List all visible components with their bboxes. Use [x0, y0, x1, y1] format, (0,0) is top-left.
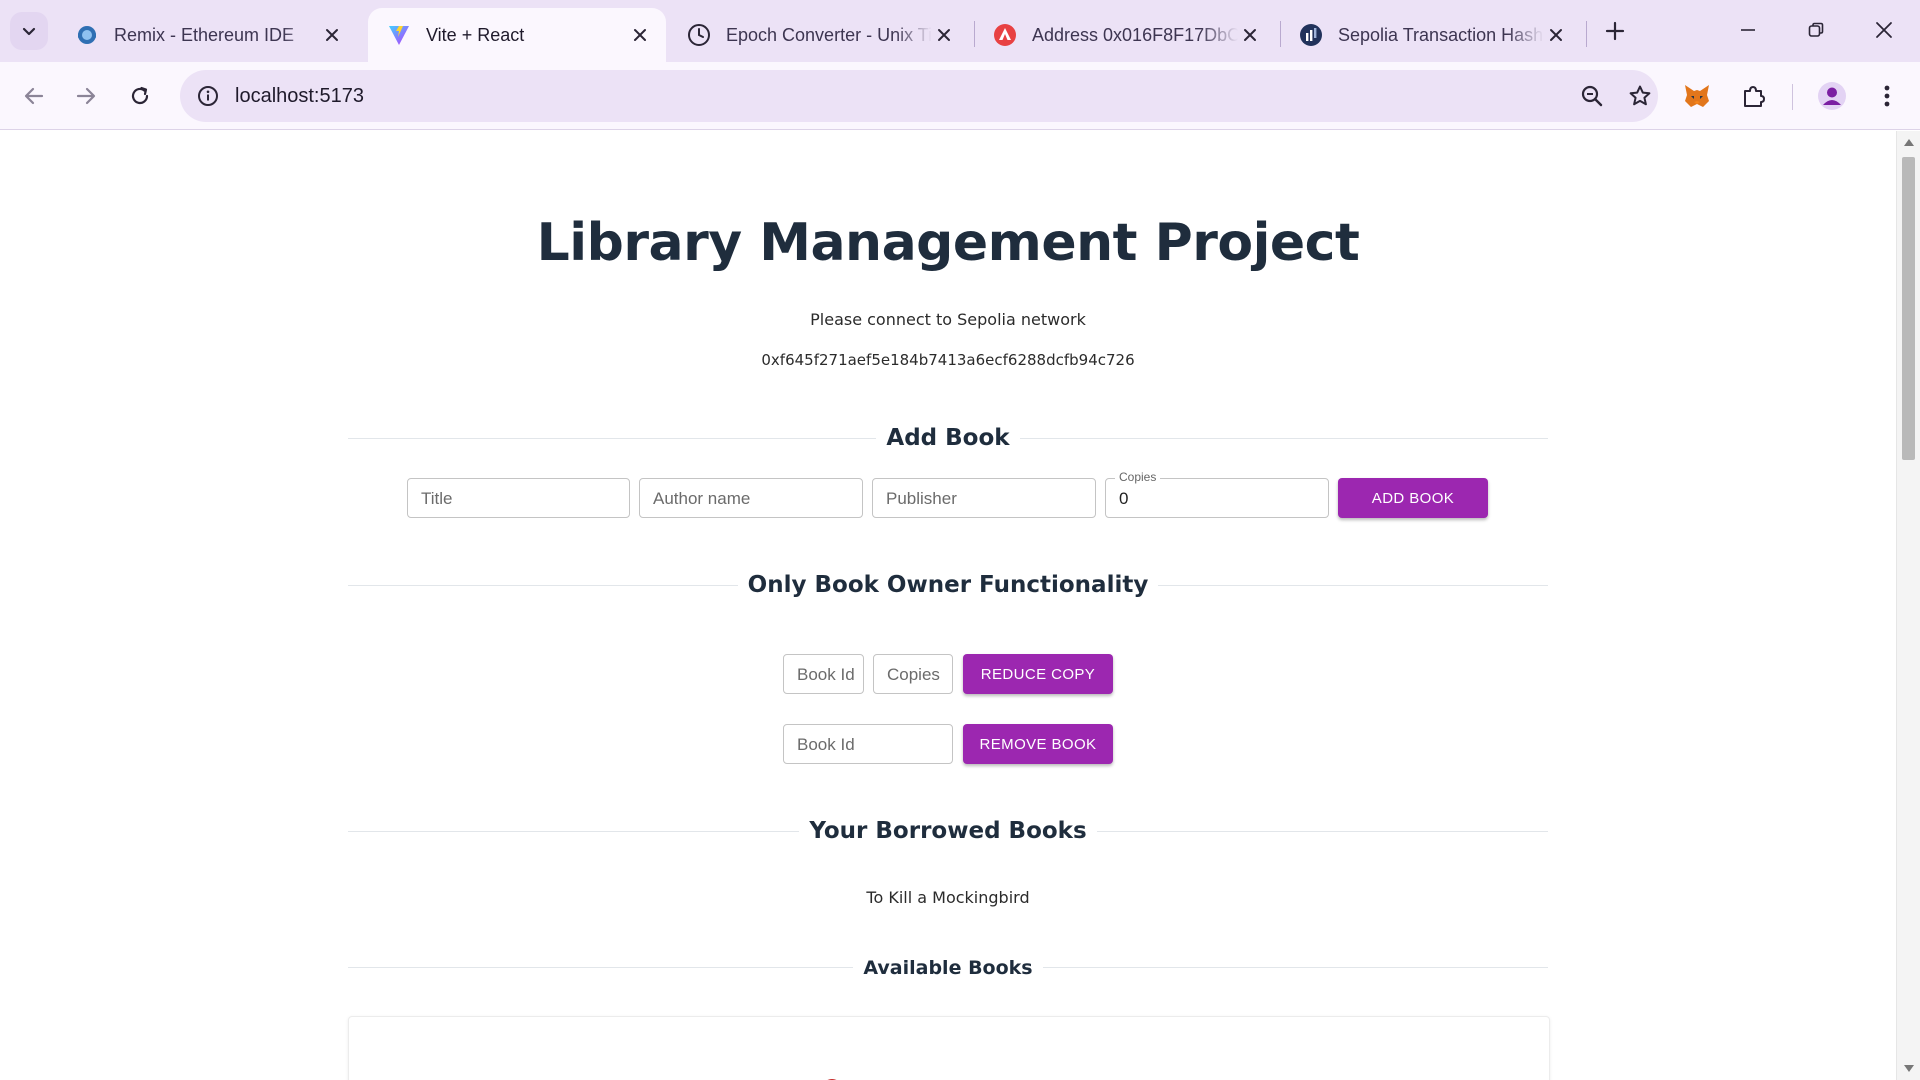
star-icon[interactable]	[1622, 78, 1658, 114]
tab-remix[interactable]: Remix - Ethereum IDE	[56, 8, 358, 62]
page-scrollbar[interactable]	[1896, 131, 1920, 1080]
reload-button[interactable]	[120, 76, 160, 116]
borrowed-heading-text: Your Borrowed Books	[799, 818, 1097, 844]
close-icon[interactable]	[628, 23, 652, 47]
arrow-right-icon	[76, 87, 96, 105]
scroll-up-icon[interactable]	[1904, 139, 1914, 146]
network-message: Please connect to Sepolia network	[810, 310, 1086, 329]
reduce-copy-button[interactable]: REDUCE COPY	[963, 654, 1113, 694]
copies-input[interactable]: Copies 0	[1105, 470, 1329, 518]
remove-book-id-input[interactable]: Book Id	[783, 724, 953, 764]
site-info-icon[interactable]	[190, 78, 226, 114]
tab-address[interactable]: Address 0x016F8F17DbC	[974, 8, 1276, 62]
add-book-button[interactable]: ADD BOOK	[1338, 478, 1488, 518]
tab-title: Vite + React	[426, 24, 525, 45]
tab-search-button[interactable]	[10, 12, 48, 50]
title-input[interactable]: Title	[407, 478, 630, 518]
close-icon[interactable]	[320, 23, 344, 47]
close-icon[interactable]	[1238, 23, 1262, 47]
toolbar-divider	[1792, 84, 1793, 110]
publisher-placeholder: Publisher	[886, 489, 957, 508]
account-address: 0xf645f271aef5e184b7413a6ecf6288dcfb94c7…	[761, 351, 1135, 369]
remove-book-button[interactable]: REMOVE BOOK	[963, 724, 1113, 764]
tab-title: Address 0x016F8F17DbC	[1032, 24, 1238, 45]
browser-toolbar: localhost:5173	[0, 62, 1920, 130]
reload-icon	[131, 86, 149, 105]
scroll-thumb[interactable]	[1902, 157, 1915, 460]
close-icon[interactable]	[932, 23, 956, 47]
tab-title: Sepolia Transaction Hash	[1338, 24, 1544, 45]
owner-heading: Only Book Owner Functionality	[0, 571, 1896, 599]
clock-icon	[686, 22, 712, 48]
profile-avatar-icon[interactable]	[1812, 76, 1852, 116]
new-tab-button[interactable]	[1596, 12, 1634, 50]
remix-icon	[74, 22, 100, 48]
reduce-copies-input[interactable]: Copies	[873, 654, 953, 694]
copies-value: 0	[1119, 489, 1129, 508]
vite-icon	[386, 22, 412, 48]
tab-strip: Remix - Ethereum IDE Vite + React Epoch …	[0, 0, 1920, 62]
close-icon	[1876, 22, 1892, 38]
back-button[interactable]	[14, 76, 54, 116]
available-heading: Available Books	[0, 956, 1896, 980]
avalanche-icon	[992, 22, 1018, 48]
page-viewport: Library Management Project Please connec…	[0, 131, 1896, 1080]
author-placeholder: Author name	[653, 489, 751, 508]
menu-kebab-icon[interactable]	[1867, 76, 1907, 116]
book-id-placeholder: Book Id	[797, 665, 855, 684]
tab-separator	[974, 21, 975, 47]
scroll-down-icon[interactable]	[1904, 1065, 1914, 1072]
book-id-placeholder: Book Id	[797, 735, 855, 754]
available-books-card	[348, 1016, 1550, 1080]
tab-epoch-converter[interactable]: Epoch Converter - Unix Timestamp Convert…	[668, 8, 970, 62]
plus-icon	[1605, 21, 1625, 41]
minimize-button[interactable]	[1716, 6, 1780, 54]
forward-button[interactable]	[66, 76, 106, 116]
metamask-icon[interactable]	[1677, 76, 1717, 116]
title-placeholder: Title	[421, 489, 453, 508]
restore-icon	[1808, 22, 1824, 37]
extensions-icon[interactable]	[1733, 76, 1773, 116]
close-window-button[interactable]	[1852, 6, 1916, 54]
minimize-icon	[1741, 29, 1755, 31]
owner-heading-text: Only Book Owner Functionality	[737, 572, 1159, 598]
borrowed-book-item: To Kill a Mockingbird	[866, 888, 1030, 907]
tab-title: Epoch Converter - Unix Timestamp Convert…	[726, 24, 932, 45]
tab-sepolia-tx[interactable]: Sepolia Transaction Hash	[1280, 8, 1582, 62]
publisher-input[interactable]: Publisher	[872, 478, 1096, 518]
restore-button[interactable]	[1784, 6, 1848, 54]
tab-separator	[1280, 21, 1281, 47]
copies-placeholder: Copies	[887, 665, 940, 684]
add-book-heading: Add Book	[0, 424, 1896, 452]
add-book-heading-text: Add Book	[876, 425, 1020, 451]
reduce-book-id-input[interactable]: Book Id	[783, 654, 864, 694]
available-heading-text: Available Books	[853, 957, 1043, 979]
tab-separator	[1586, 21, 1587, 47]
author-input[interactable]: Author name	[639, 478, 863, 518]
url-text[interactable]: localhost:5173	[235, 70, 364, 122]
tab-title: Remix - Ethereum IDE	[114, 24, 295, 45]
zoom-icon[interactable]	[1574, 78, 1610, 114]
close-icon[interactable]	[1544, 23, 1568, 47]
borrowed-heading: Your Borrowed Books	[0, 817, 1896, 845]
address-bar[interactable]: localhost:5173	[180, 70, 1658, 122]
etherscan-icon	[1298, 22, 1324, 48]
arrow-left-icon	[24, 87, 44, 105]
page-title: Library Management Project	[536, 213, 1360, 273]
chevron-down-icon	[22, 27, 36, 36]
tab-vite-react[interactable]: Vite + React	[368, 8, 666, 62]
